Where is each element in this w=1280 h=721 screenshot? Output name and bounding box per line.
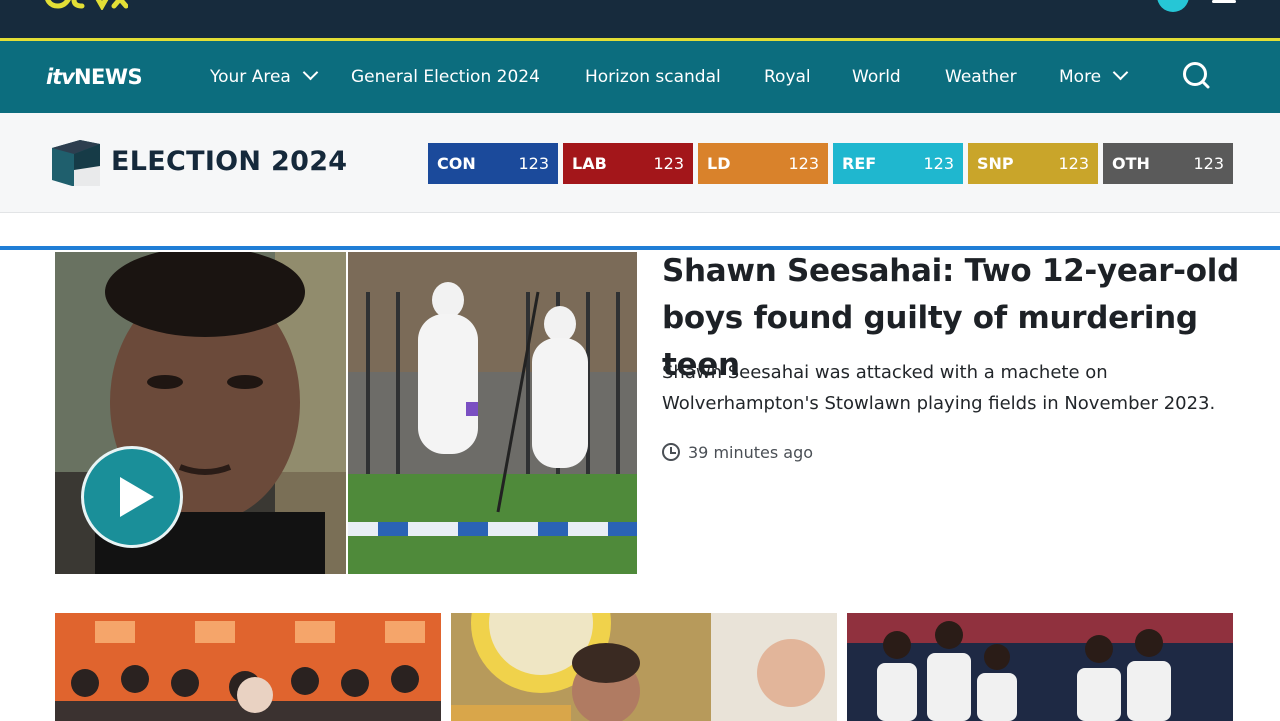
- play-video-button[interactable]: [81, 446, 183, 548]
- nav-item-weather[interactable]: Weather: [945, 63, 1017, 91]
- ballot-box-icon: [52, 140, 100, 187]
- party-seat-count: 123: [653, 154, 684, 173]
- nav-item-royal[interactable]: Royal: [764, 63, 811, 91]
- party-name: OTH: [1112, 154, 1150, 173]
- party-tally-con[interactable]: CON 123: [428, 143, 558, 184]
- party-name: REF: [842, 154, 877, 173]
- account-avatar[interactable]: [1157, 0, 1189, 12]
- play-icon: [120, 477, 154, 517]
- news-navigation: itvNEWS Your Area General Election 2024 …: [0, 41, 1280, 113]
- election-title: ELECTION 2024: [111, 146, 348, 177]
- party-seat-count: 123: [1193, 154, 1224, 173]
- party-seat-count: 123: [788, 154, 819, 173]
- nav-item-world[interactable]: World: [852, 63, 901, 91]
- lead-timestamp: 39 minutes ago: [662, 440, 813, 462]
- itv-news-logo[interactable]: itvNEWS: [46, 63, 143, 91]
- party-name: SNP: [977, 154, 1014, 173]
- party-seat-count: 123: [923, 154, 954, 173]
- logo-news-text: NEWS: [73, 65, 143, 89]
- forensics-scene-image: [348, 252, 637, 574]
- story-card-image[interactable]: [451, 613, 837, 721]
- lead-story-media[interactable]: [55, 252, 637, 574]
- logo-itv-text: itv: [46, 65, 75, 89]
- nav-item-your-area[interactable]: Your Area: [210, 63, 319, 91]
- election-results-bar: ELECTION 2024 CON 123 LAB 123 LD 123 REF 123…: [0, 113, 1280, 213]
- chevron-down-icon: [302, 64, 319, 81]
- party-tally-ref[interactable]: REF 123: [833, 143, 963, 184]
- clock-icon: [662, 443, 680, 461]
- timestamp-text: 39 minutes ago: [688, 443, 814, 462]
- lead-summary: Shawn Seesahai was attacked with a mache…: [662, 362, 1216, 414]
- party-name: LD: [707, 154, 731, 173]
- party-tally-oth[interactable]: OTH 123: [1103, 143, 1233, 184]
- nav-item-general-election[interactable]: General Election 2024: [351, 63, 540, 91]
- menu-icon[interactable]: [1212, 0, 1236, 8]
- party-tally-ld[interactable]: LD 123: [698, 143, 828, 184]
- story-card-image[interactable]: [847, 613, 1233, 721]
- party-seat-count: 123: [1058, 154, 1089, 173]
- itvx-top-bar: [0, 0, 1280, 38]
- nav-item-label: Your Area: [210, 67, 291, 87]
- party-name: CON: [437, 154, 476, 173]
- story-card-image[interactable]: [55, 613, 441, 721]
- party-tally-snp[interactable]: SNP 123: [968, 143, 1098, 184]
- itvx-logo[interactable]: [44, 0, 128, 10]
- nav-item-horizon-scandal[interactable]: Horizon scandal: [585, 63, 721, 91]
- search-icon[interactable]: [1182, 61, 1210, 89]
- party-seat-count: 123: [518, 154, 549, 173]
- party-name: LAB: [572, 154, 607, 173]
- nav-item-more[interactable]: More: [1059, 63, 1129, 91]
- chevron-down-icon: [1112, 64, 1129, 81]
- nav-item-label: More: [1059, 67, 1102, 87]
- party-tally-lab[interactable]: LAB 123: [563, 143, 693, 184]
